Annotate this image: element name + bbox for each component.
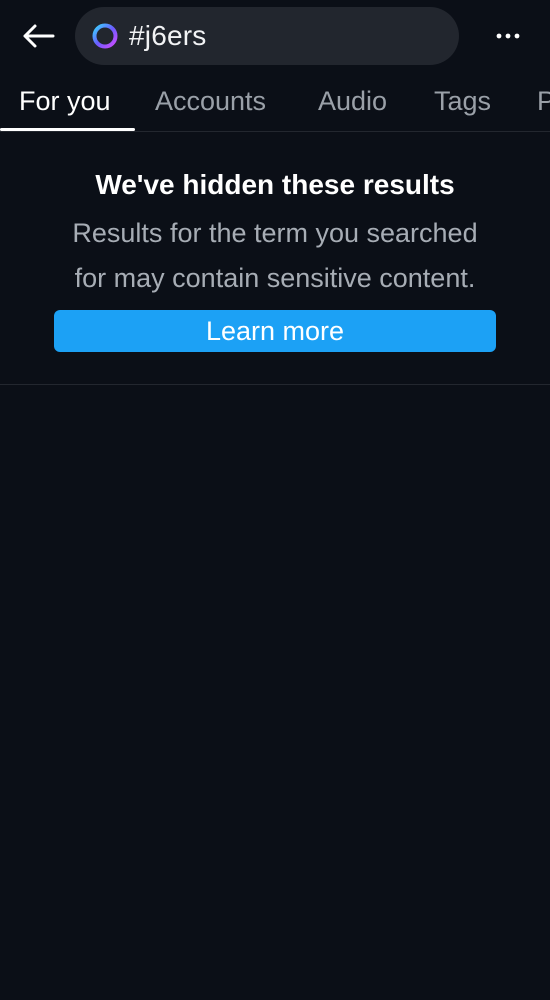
tab-accounts[interactable]: Accounts	[155, 86, 266, 117]
notice-body-line-2: for may contain sensitive content.	[74, 263, 476, 293]
more-horizontal-icon	[496, 33, 520, 39]
search-query-text: #j6ers	[129, 20, 207, 51]
back-button[interactable]	[18, 18, 58, 54]
top-bar: #j6ers	[0, 0, 550, 72]
tab-audio[interactable]: Audio	[318, 86, 387, 117]
app-screen: #j6ers For you Accounts Audio Tags P We'…	[0, 0, 550, 1000]
more-options-button[interactable]	[488, 22, 528, 50]
tab-tags[interactable]: Tags	[434, 86, 491, 117]
notice-body-line-1: Results for the term you searched	[72, 218, 478, 248]
sensitive-content-notice: We've hidden these results Results for t…	[0, 133, 550, 385]
notice-body: Results for the term you searched for ma…	[40, 211, 510, 301]
search-tabs: For you Accounts Audio Tags P	[0, 72, 550, 132]
notice-title: We've hidden these results	[95, 169, 455, 200]
gradient-ring-icon	[92, 23, 118, 49]
arrow-left-icon	[23, 24, 55, 48]
tab-partial[interactable]: P	[537, 86, 550, 117]
tab-for-you[interactable]: For you	[19, 86, 111, 117]
learn-more-button[interactable]: Learn more	[54, 310, 496, 352]
search-field[interactable]: #j6ers	[75, 7, 459, 65]
active-tab-indicator	[0, 128, 135, 131]
